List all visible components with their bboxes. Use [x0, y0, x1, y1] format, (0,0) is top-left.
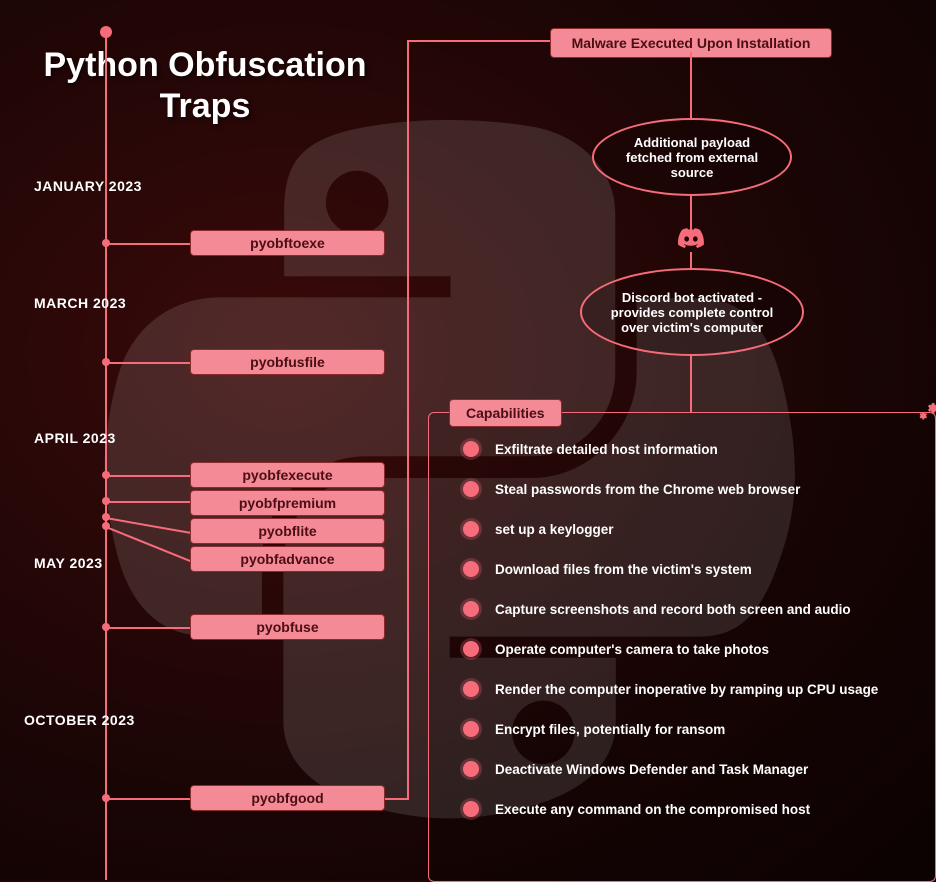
capability-text: Render the computer inoperative by rampi…: [495, 682, 878, 697]
bullet-icon: [463, 601, 479, 617]
capability-item: Steal passwords from the Chrome web brow…: [463, 481, 925, 497]
flow-connector: [690, 196, 692, 230]
title-line1: Python Obfuscation: [44, 46, 367, 84]
bullet-icon: [463, 641, 479, 657]
capability-text: Execute any command on the compromised h…: [495, 802, 810, 817]
capability-item: Capture screenshots and record both scre…: [463, 601, 925, 617]
capability-item: set up a keylogger: [463, 521, 925, 537]
bullet-icon: [463, 801, 479, 817]
month-may: MAY 2023: [34, 555, 103, 571]
capability-text: Operate computer's camera to take photos: [495, 642, 769, 657]
bullet-icon: [463, 761, 479, 777]
month-october: OCTOBER 2023: [24, 712, 135, 728]
bullet-icon: [463, 681, 479, 697]
flow-discord-ellipse: Discord bot activated - provides complet…: [580, 268, 804, 356]
capability-text: Encrypt files, potentially for ransom: [495, 722, 725, 737]
flow-connector: [385, 798, 409, 800]
capabilities-list: Exfiltrate detailed host information Ste…: [463, 441, 925, 841]
timeline-connector: [106, 362, 190, 364]
flow-connector: [690, 52, 692, 120]
timeline-connector: [106, 798, 190, 800]
flow-connector: [407, 40, 550, 42]
capabilities-panel: Capabilities Exfiltrate detailed host in…: [428, 412, 936, 882]
capability-item: Exfiltrate detailed host information: [463, 441, 925, 457]
capability-text: Steal passwords from the Chrome web brow…: [495, 482, 800, 497]
package-pyobfusfile: pyobfusfile: [190, 349, 385, 375]
package-pyobfgood: pyobfgood: [190, 785, 385, 811]
capability-item: Execute any command on the compromised h…: [463, 801, 925, 817]
bullet-icon: [463, 521, 479, 537]
month-april: APRIL 2023: [34, 430, 116, 446]
timeline-connector: [106, 243, 190, 245]
discord-icon: [678, 228, 704, 250]
flow-connector: [407, 40, 409, 799]
bullet-icon: [463, 721, 479, 737]
package-pyobfpremium: pyobfpremium: [190, 490, 385, 516]
gear-icon: [915, 401, 936, 432]
capability-item: Operate computer's camera to take photos: [463, 641, 925, 657]
bullet-icon: [463, 481, 479, 497]
timeline-line: [105, 30, 107, 880]
capability-text: Exfiltrate detailed host information: [495, 442, 718, 457]
flow-payload-ellipse: Additional payload fetched from external…: [592, 118, 792, 196]
timeline-connector: [106, 475, 190, 477]
diagram-title: Python Obfuscation Traps: [30, 45, 380, 127]
package-pyobfadvance: pyobfadvance: [190, 546, 385, 572]
capability-text: Download files from the victim's system: [495, 562, 752, 577]
month-march: MARCH 2023: [34, 295, 126, 311]
package-pyobfuse: pyobfuse: [190, 614, 385, 640]
timeline-connector: [106, 501, 190, 503]
month-january: JANUARY 2023: [34, 178, 142, 194]
package-pyobfexecute: pyobfexecute: [190, 462, 385, 488]
capability-text: Capture screenshots and record both scre…: [495, 602, 851, 617]
flow-connector: [690, 356, 692, 412]
capabilities-header: Capabilities: [449, 399, 562, 427]
timeline-connector: [106, 627, 190, 629]
bullet-icon: [463, 561, 479, 577]
capability-item: Encrypt files, potentially for ransom: [463, 721, 925, 737]
capability-item: Deactivate Windows Defender and Task Man…: [463, 761, 925, 777]
package-pyobftoexe: pyobftoexe: [190, 230, 385, 256]
title-line2: Traps: [160, 87, 251, 125]
bullet-icon: [463, 441, 479, 457]
capability-text: set up a keylogger: [495, 522, 614, 537]
capability-text: Deactivate Windows Defender and Task Man…: [495, 762, 808, 777]
package-pyobflite: pyobflite: [190, 518, 385, 544]
capability-item: Render the computer inoperative by rampi…: [463, 681, 925, 697]
capability-item: Download files from the victim's system: [463, 561, 925, 577]
